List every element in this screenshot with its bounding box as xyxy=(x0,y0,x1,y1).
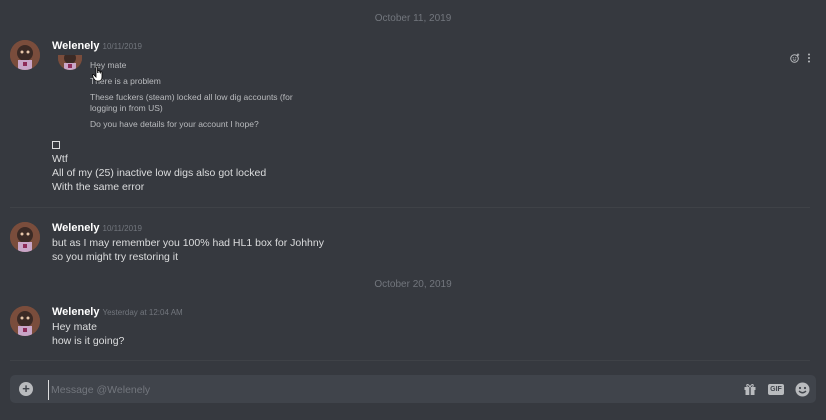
date-divider-label: October 20, 2019 xyxy=(374,279,452,290)
timestamp: Yesterday at 12:04 AM xyxy=(102,308,183,317)
avatar[interactable] xyxy=(10,40,40,70)
plus-circle-icon[interactable]: + xyxy=(19,382,33,396)
message-input[interactable] xyxy=(48,380,693,400)
date-divider: October 20, 2019 xyxy=(0,279,826,290)
checkbox[interactable] xyxy=(52,141,60,149)
message-composer: + GIF xyxy=(10,375,816,403)
gift-icon[interactable] xyxy=(742,381,758,397)
avatar[interactable] xyxy=(10,222,40,252)
message-separator xyxy=(10,360,810,361)
message-actions xyxy=(790,53,814,63)
quoted-line: logging in from US) xyxy=(90,103,163,113)
username-text[interactable]: Welenely xyxy=(52,306,100,318)
date-divider: October 11, 2019 xyxy=(0,13,826,24)
username-text[interactable]: Welenely xyxy=(52,40,100,52)
hand-cursor-icon xyxy=(92,66,106,82)
timestamp: 10/11/2019 xyxy=(102,42,142,51)
gif-label[interactable]: GIF xyxy=(768,383,784,395)
username[interactable]: Welenely 10/11/2019 xyxy=(52,40,142,52)
timestamp: 10/11/2019 xyxy=(102,224,142,233)
quoted-line: Do you have details for your account I h… xyxy=(90,119,259,129)
message-line: All of my (25) inactive low digs also go… xyxy=(52,167,267,179)
quoted-line: These fuckers (steam) locked all low dig… xyxy=(90,92,293,102)
message-line: but as I may remember you 100% had HL1 b… xyxy=(52,237,324,249)
message-separator xyxy=(10,207,810,208)
avatar[interactable] xyxy=(10,306,40,336)
more-vertical-icon[interactable] xyxy=(804,53,814,63)
message-line: Wtf xyxy=(52,153,68,165)
message-line: Hey mate xyxy=(52,321,97,333)
date-divider-label: October 11, 2019 xyxy=(374,13,452,24)
gif-icon[interactable]: GIF xyxy=(768,381,784,397)
quoted-avatar xyxy=(58,55,82,70)
username[interactable]: Welenely 10/11/2019 xyxy=(52,222,142,234)
composer-actions: GIF xyxy=(742,381,810,397)
message-line: With the same error xyxy=(52,181,145,193)
username[interactable]: Welenely Yesterday at 12:04 AM xyxy=(52,306,183,318)
smile-icon[interactable] xyxy=(794,381,810,397)
username-text[interactable]: Welenely xyxy=(52,222,100,234)
add-reaction-icon[interactable] xyxy=(790,53,800,63)
message-line: so you might try restoring it xyxy=(52,251,179,263)
message-line: how is it going? xyxy=(52,335,125,347)
